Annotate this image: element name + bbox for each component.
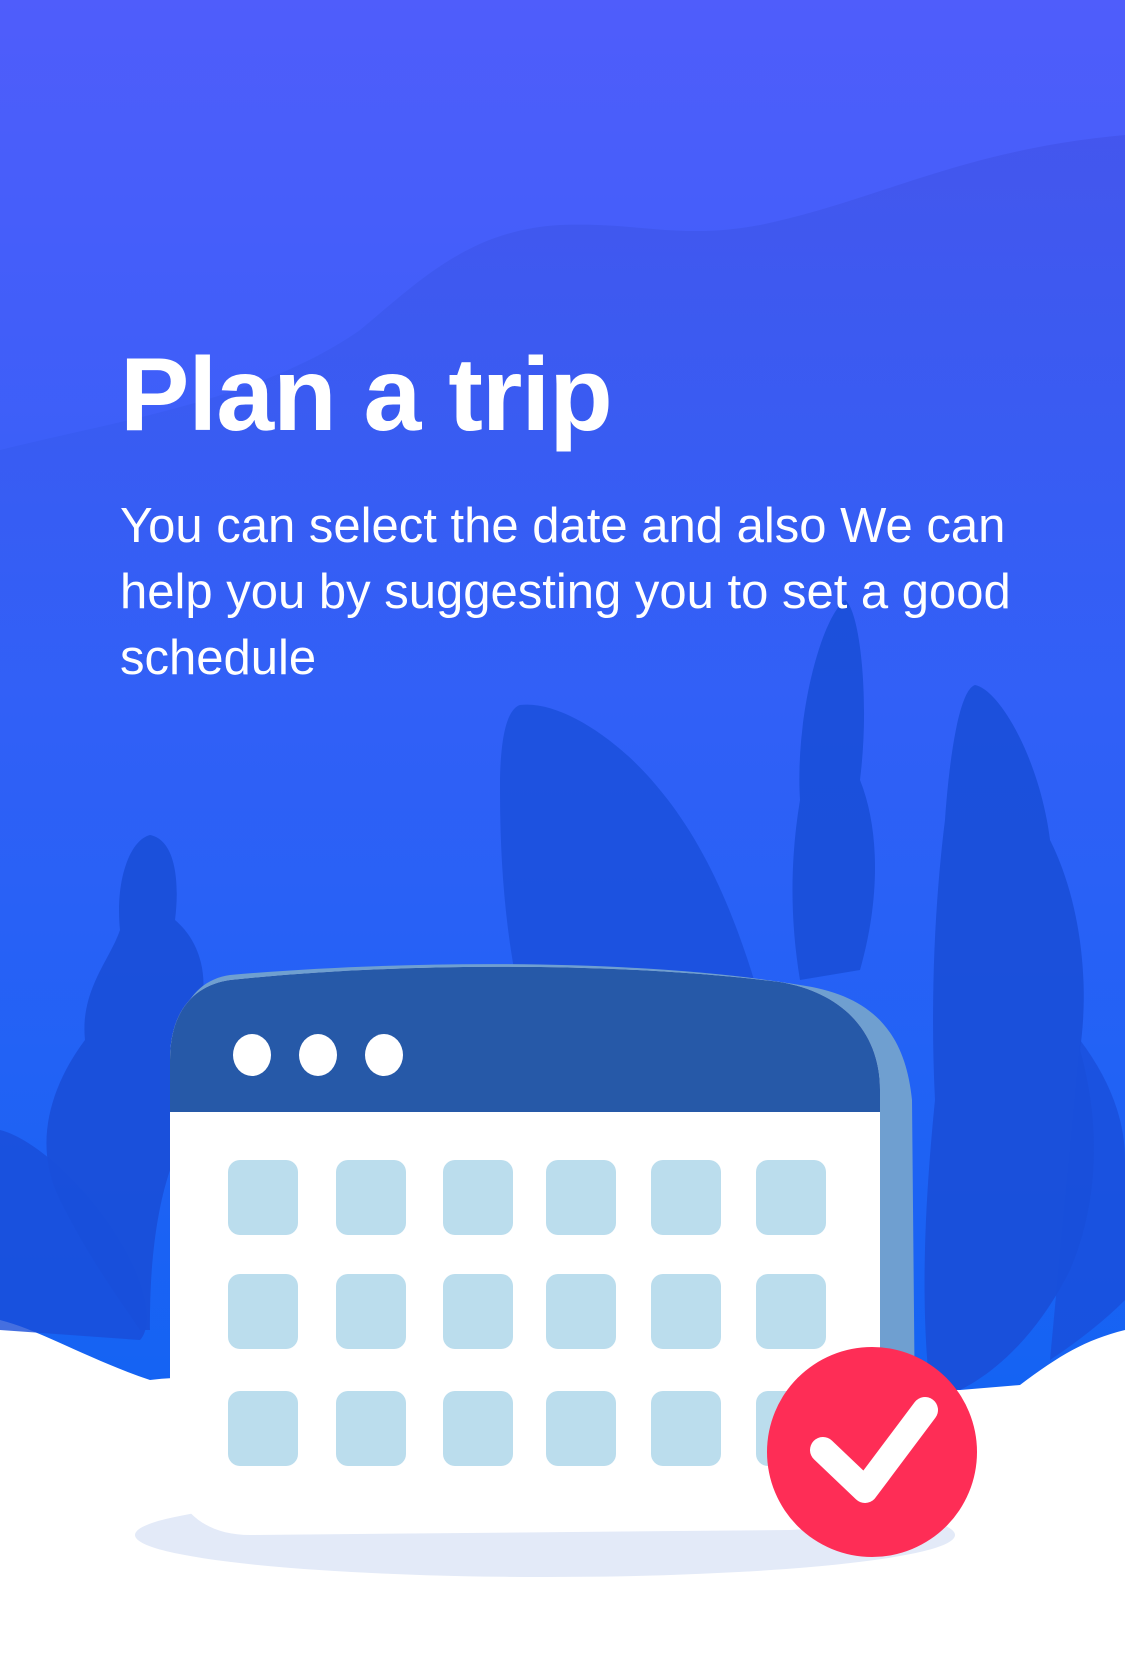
calendar-dot	[365, 1034, 403, 1076]
checkmark-icon	[767, 1347, 977, 1557]
calendar-icon	[170, 964, 977, 1557]
calendar-dot	[299, 1034, 337, 1076]
calendar-dot	[233, 1034, 271, 1076]
onboarding-screen: Plan a trip You can select the date and …	[0, 0, 1125, 1665]
